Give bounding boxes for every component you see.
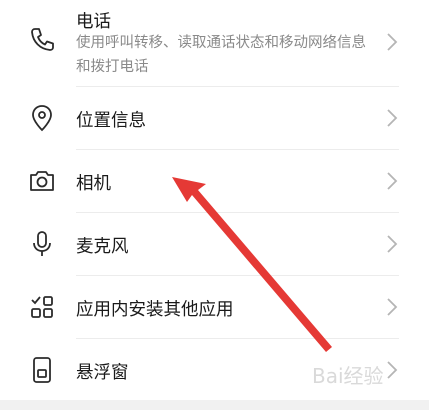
permission-item-location[interactable]: 位置信息 <box>0 87 429 149</box>
phone-icon <box>26 24 58 56</box>
permission-item-phone[interactable]: 电话 使用呼叫转移、读取通话状态和移动网络信息和拨打电话 <box>0 0 429 86</box>
permission-subtitle: 使用呼叫转移、读取通话状态和移动网络信息和拨打电话 <box>76 35 366 75</box>
chevron-right-icon <box>385 360 399 380</box>
chevron-right-icon <box>385 171 399 191</box>
permission-title: 相机 <box>76 174 111 194</box>
permission-item-install-apps[interactable]: 应用内安装其他应用 <box>0 276 429 338</box>
chevron-right-icon <box>385 108 399 128</box>
microphone-icon <box>26 228 58 260</box>
permission-title: 应用内安装其他应用 <box>76 300 234 320</box>
app-grid-icon <box>26 291 58 323</box>
floating-window-icon <box>26 354 58 386</box>
bottom-bar <box>0 400 429 410</box>
location-pin-icon <box>26 102 58 134</box>
permission-title: 位置信息 <box>76 111 146 131</box>
permission-title: 悬浮窗 <box>76 363 129 383</box>
chevron-right-icon <box>385 234 399 254</box>
permission-title: 电话 <box>76 12 111 32</box>
permission-item-microphone[interactable]: 麦克风 <box>0 213 429 275</box>
chevron-right-icon <box>385 297 399 317</box>
camera-icon <box>26 165 58 197</box>
watermark-logo: Bai经验 <box>312 364 384 388</box>
permission-title: 麦克风 <box>76 237 129 257</box>
chevron-right-icon <box>385 32 399 52</box>
permission-item-camera[interactable]: 相机 <box>0 150 429 212</box>
